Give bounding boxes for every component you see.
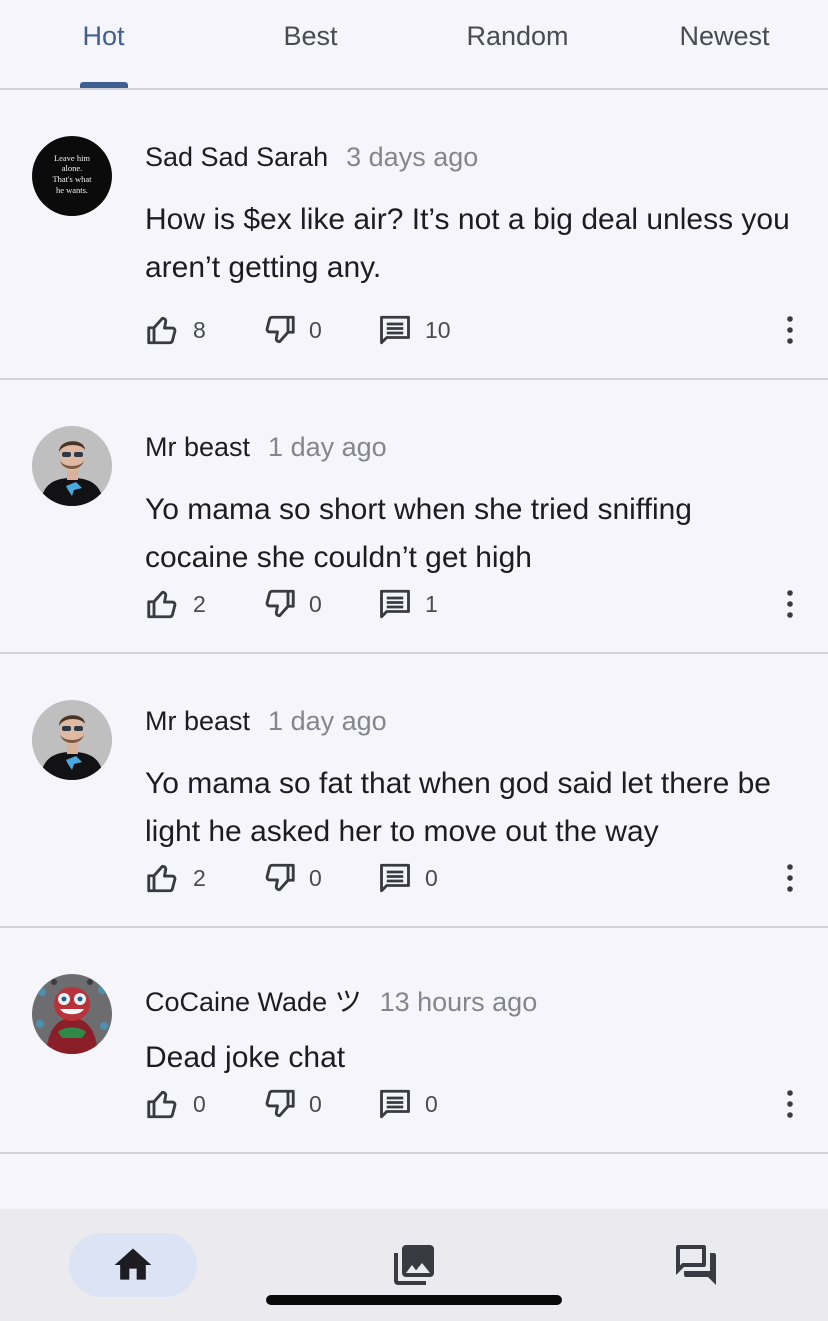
dislike-button[interactable]: 0 — [261, 860, 377, 896]
like-count: 8 — [193, 316, 206, 343]
tab-hot-label: Hot — [82, 20, 125, 51]
comments-button[interactable]: 1 — [377, 586, 497, 622]
tab-best-label: Best — [283, 20, 338, 51]
post-author[interactable]: Mr beast — [145, 432, 250, 463]
post-actions: 2 0 1 — [145, 584, 798, 624]
more-vertical-icon — [787, 864, 793, 892]
more-vertical-icon — [787, 1090, 793, 1118]
tab-newest[interactable]: Newest — [621, 0, 828, 88]
post-actions: 8 0 10 — [145, 310, 798, 350]
thumbs-up-icon — [147, 1090, 177, 1119]
tab-newest-label: Newest — [679, 20, 770, 51]
comment-count: 0 — [425, 864, 438, 891]
dislike-count: 0 — [309, 590, 322, 617]
avatar-image — [32, 700, 112, 780]
like-count: 0 — [193, 1090, 206, 1117]
svg-text:he wants.: he wants. — [56, 185, 88, 195]
thumbs-up-icon — [147, 316, 177, 345]
post-feed: Leave him alone. That's what he wants. S… — [0, 90, 828, 1154]
dislike-button[interactable]: 0 — [261, 1086, 377, 1122]
post-actions: 2 0 0 — [145, 858, 798, 898]
svg-text:That's what: That's what — [52, 174, 92, 184]
comment-count: 1 — [425, 590, 438, 617]
avatar[interactable] — [32, 426, 112, 506]
comment-icon — [380, 589, 410, 619]
comment-icon — [380, 863, 410, 893]
post-actions: 0 0 0 — [145, 1084, 798, 1124]
post-timestamp: 13 hours ago — [379, 987, 538, 1017]
comments-button[interactable]: 0 — [377, 860, 497, 896]
tab-hot[interactable]: Hot — [0, 0, 207, 88]
comment-count: 0 — [425, 1090, 438, 1117]
tab-best[interactable]: Best — [207, 0, 414, 88]
more-vertical-icon — [787, 590, 793, 618]
avatar-image — [32, 974, 112, 1054]
tab-bar: Hot Best Random Newest — [0, 0, 828, 90]
home-icon — [114, 1248, 152, 1280]
more-options-button[interactable] — [782, 1084, 798, 1124]
post-card[interactable]: CoCaine Wade ツ 13 hours ago Dead joke ch… — [0, 928, 828, 1154]
like-button[interactable]: 2 — [145, 860, 261, 896]
avatar[interactable] — [32, 974, 112, 1054]
gallery-icon — [394, 1245, 434, 1285]
avatar-image — [32, 426, 112, 506]
dislike-button[interactable]: 0 — [261, 586, 377, 622]
dislike-count: 0 — [309, 864, 322, 891]
tab-random-label: Random — [466, 20, 569, 51]
active-tab-indicator — [79, 82, 128, 88]
chat-icon — [676, 1245, 716, 1285]
like-button[interactable]: 8 — [145, 312, 261, 348]
comments-button[interactable]: 10 — [377, 312, 497, 348]
thumbs-down-icon — [265, 1089, 295, 1118]
like-count: 2 — [193, 590, 206, 617]
like-button[interactable]: 2 — [145, 586, 261, 622]
thumbs-down-icon — [265, 589, 295, 618]
post-card[interactable]: Mr beast 1 day ago Yo mama so short when… — [0, 380, 828, 654]
post-timestamp: 1 day ago — [268, 432, 387, 462]
dislike-button[interactable]: 0 — [261, 312, 377, 348]
svg-text:Leave him: Leave him — [54, 153, 90, 163]
nav-home-button[interactable] — [69, 1233, 197, 1297]
dislike-count: 0 — [309, 316, 322, 343]
post-author[interactable]: CoCaine Wade ツ — [145, 980, 362, 1019]
post-timestamp: 1 day ago — [268, 706, 387, 736]
post-card[interactable]: Leave him alone. That's what he wants. S… — [0, 90, 828, 380]
nav-gallery-button[interactable] — [390, 1241, 438, 1289]
dislike-count: 0 — [309, 1090, 322, 1117]
post-author[interactable]: Sad Sad Sarah — [145, 142, 328, 173]
comments-button[interactable]: 0 — [377, 1086, 497, 1122]
post-body: Yo mama so short when she tried sniffing… — [145, 493, 692, 574]
like-button[interactable]: 0 — [145, 1086, 261, 1122]
comment-count: 10 — [425, 316, 451, 343]
tab-random[interactable]: Random — [414, 0, 621, 88]
thumbs-up-icon — [147, 864, 177, 893]
more-options-button[interactable] — [782, 584, 798, 624]
nav-messages-button[interactable] — [672, 1241, 720, 1289]
comment-icon — [380, 315, 410, 345]
more-options-button[interactable] — [782, 310, 798, 350]
post-body: How is $ex like air? It’s not a big deal… — [145, 203, 790, 284]
home-indicator — [266, 1295, 562, 1305]
comment-icon — [380, 1089, 410, 1119]
more-options-button[interactable] — [782, 858, 798, 898]
post-timestamp: 3 days ago — [346, 142, 479, 172]
post-body: Yo mama so fat that when god said let th… — [145, 767, 771, 848]
more-vertical-icon — [787, 316, 793, 344]
thumbs-up-icon — [147, 590, 177, 619]
thumbs-down-icon — [265, 315, 295, 344]
post-author[interactable]: Mr beast — [145, 706, 250, 737]
avatar-image: Leave him alone. That's what he wants. — [32, 136, 112, 216]
avatar[interactable]: Leave him alone. That's what he wants. — [32, 136, 112, 216]
thumbs-down-icon — [265, 863, 295, 892]
post-body: Dead joke chat — [145, 1041, 346, 1074]
like-count: 2 — [193, 864, 206, 891]
post-card[interactable]: Mr beast 1 day ago Yo mama so fat that w… — [0, 654, 828, 928]
svg-text:alone.: alone. — [62, 163, 83, 173]
avatar[interactable] — [32, 700, 112, 780]
